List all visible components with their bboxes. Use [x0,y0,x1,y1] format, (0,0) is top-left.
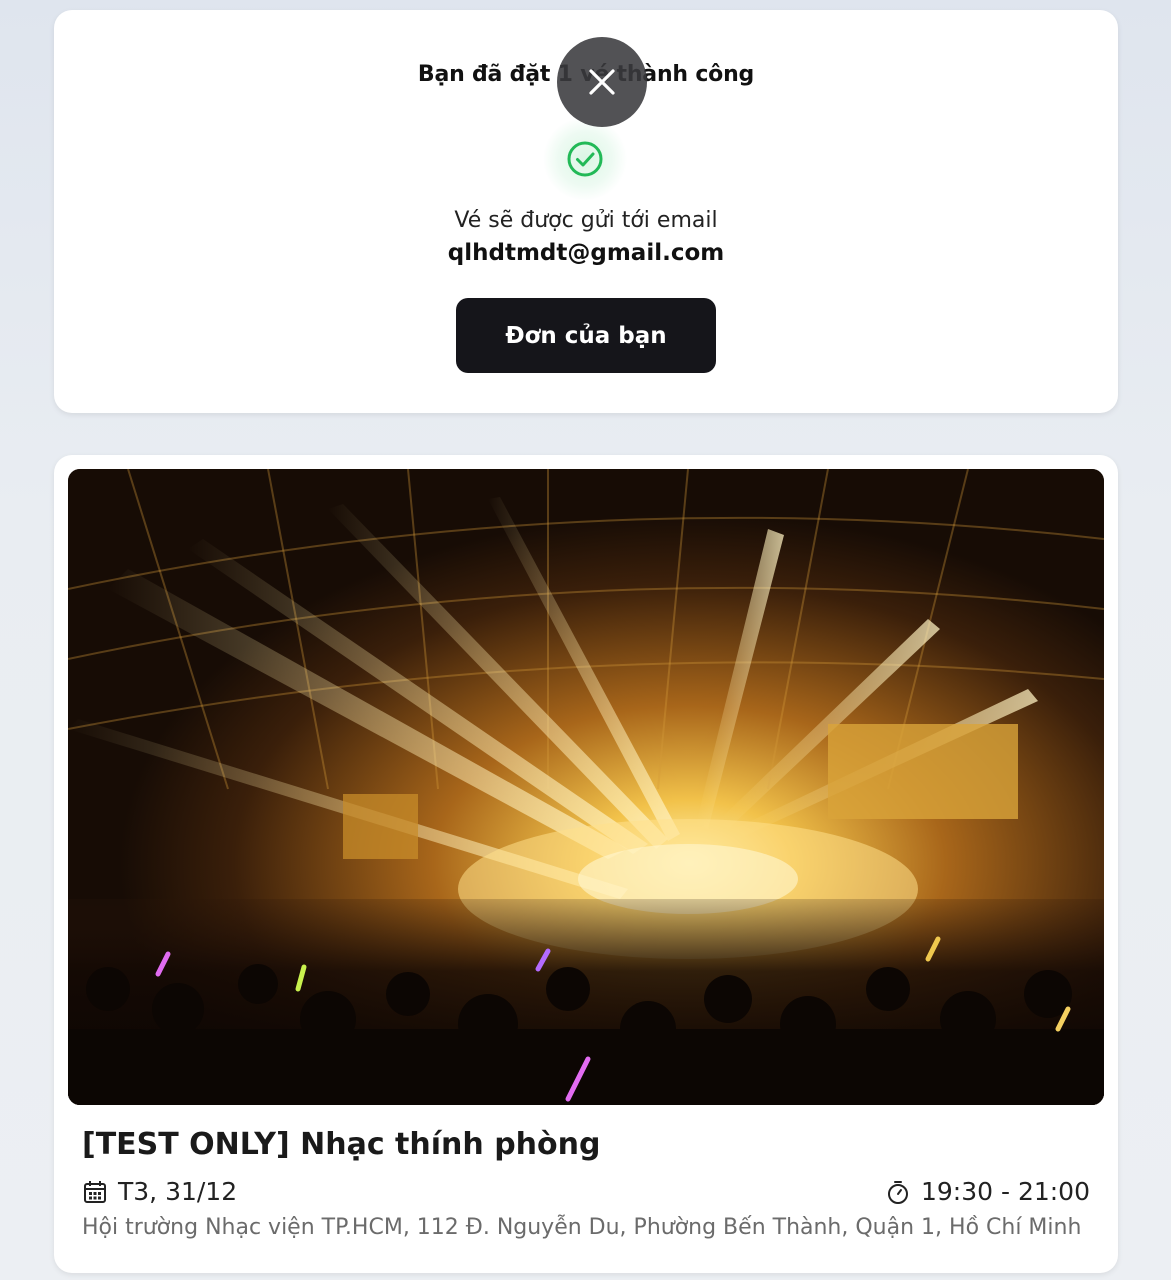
event-title[interactable]: [TEST ONLY] Nhạc thính phòng [82,1127,600,1162]
your-orders-button[interactable]: Đơn của bạn [456,298,716,373]
email-label: Vé sẽ được gửi tới email [454,208,718,233]
event-venue: Hội trường Nhạc viện TP.HCM, 112 Đ. Nguy… [82,1215,1082,1240]
event-banner-image [68,469,1104,1105]
close-button[interactable] [557,37,647,127]
calendar-icon [84,1180,106,1203]
event-time-text: 19:30 - 21:00 [920,1177,1090,1206]
check-circle-icon [541,118,629,200]
email-address: qlhdtmdt@gmail.com [447,240,725,266]
event-date: T3, 31/12 [82,1177,237,1206]
booking-success-card: Bạn đã đặt 1 vé thành công Vé sẽ được gử… [54,10,1118,413]
event-card[interactable]: [TEST ONLY] Nhạc thính phòng T3, 31/12 1… [54,455,1118,1273]
stopwatch-icon [887,1180,908,1204]
event-time: 19:30 - 21:00 [885,1177,1090,1206]
close-icon [589,69,615,95]
event-date-text: T3, 31/12 [118,1177,238,1206]
